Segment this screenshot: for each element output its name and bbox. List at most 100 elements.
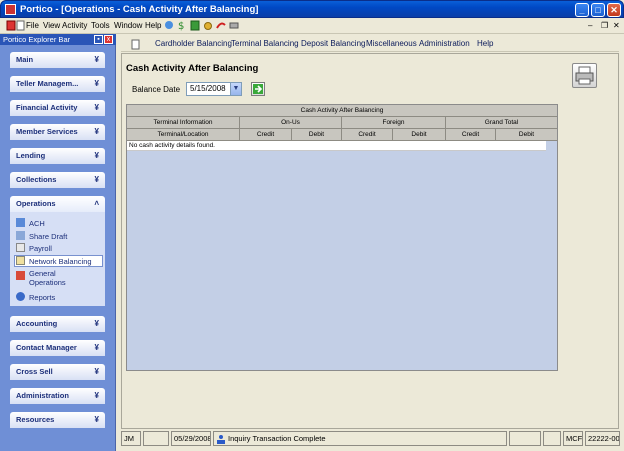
tab-administration[interactable]: Administration <box>419 39 470 48</box>
col-terminal-location[interactable]: Terminal/Location <box>127 129 240 140</box>
documents-icon[interactable] <box>16 20 26 31</box>
tab-miscellaneous[interactable]: Miscellaneous <box>366 39 417 48</box>
arrow-right-icon <box>253 84 263 94</box>
section-main[interactable]: Main ¥ <box>10 52 105 68</box>
tab-terminal-balancing[interactable]: Terminal Balancing <box>231 39 299 48</box>
tab-cardholder-balancing[interactable]: Cardholder Balancing <box>155 39 232 48</box>
col-foreign-credit[interactable]: Credit <box>342 129 393 140</box>
section-cross-sell[interactable]: Cross Sell ¥ <box>10 364 105 380</box>
section-accounting[interactable]: Accounting ¥ <box>10 316 105 332</box>
tab-help[interactable]: Help <box>477 39 493 48</box>
menu-window[interactable]: Window <box>114 21 142 30</box>
explorer-bar: Portico Explorer Bar ▪ x Main ¥ Teller Ma… <box>0 34 116 451</box>
status-message-panel: Inquiry Transaction Complete <box>213 431 507 446</box>
explorer-pin-icon[interactable]: ▪ <box>94 35 103 44</box>
section-resources[interactable]: Resources ¥ <box>10 412 105 428</box>
member-search-icon[interactable] <box>164 20 174 31</box>
col-onus-debit[interactable]: Debit <box>292 129 342 140</box>
network-balancing-icon <box>16 256 25 265</box>
ops-item-network-balancing[interactable]: Network Balancing <box>14 255 103 267</box>
status-message: Inquiry Transaction Complete <box>228 434 326 443</box>
mdi-minimize-button[interactable]: – <box>588 21 592 30</box>
ledger-icon[interactable] <box>190 20 200 31</box>
main-panel: Cardholder Balancing Terminal Balancing … <box>117 34 624 451</box>
maximize-button[interactable]: □ <box>591 3 605 17</box>
section-contact-manager[interactable]: Contact Manager ¥ <box>10 340 105 356</box>
section-accounting-label: Accounting <box>16 319 58 328</box>
app-menu-icon[interactable] <box>6 20 16 31</box>
page-title: Cash Activity After Balancing <box>126 63 259 74</box>
menu-view[interactable]: View <box>43 21 60 30</box>
mdi-close-button[interactable]: ✕ <box>613 21 620 30</box>
svg-text:$: $ <box>178 21 184 31</box>
ops-item-label: Network Balancing <box>29 257 92 266</box>
chevron-up-icon: ˄ <box>94 199 99 208</box>
section-financial-label: Financial Activity <box>16 103 78 112</box>
status-blank-2 <box>509 431 541 446</box>
section-collections-label: Collections <box>16 175 57 184</box>
chevron-down-icon: ¥ <box>94 343 99 352</box>
explorer-close-icon[interactable]: x <box>104 35 113 44</box>
general-operations-icon <box>16 271 25 280</box>
print-dropdown-icon[interactable] <box>229 20 239 31</box>
balance-date-value: 5/15/2008 <box>190 84 226 93</box>
close-button[interactable]: ✕ <box>607 3 621 17</box>
users-icon <box>217 435 225 444</box>
status-date: 05/29/2008 <box>171 431 211 446</box>
minimize-button[interactable]: _ <box>575 3 589 17</box>
coins-icon[interactable] <box>203 20 213 31</box>
grid-column-header-row: Terminal/Location Credit Debit Credit De… <box>127 129 557 141</box>
print-button[interactable] <box>572 63 597 88</box>
section-member-services[interactable]: Member Services ¥ <box>10 124 105 140</box>
col-total-credit[interactable]: Credit <box>446 129 496 140</box>
section-resources-label: Resources <box>16 415 55 424</box>
section-contact-label: Contact Manager <box>16 343 77 352</box>
grid-caption-row: Cash Activity After Balancing <box>127 105 557 117</box>
balance-date-picker[interactable]: 5/15/2008 ▼ <box>186 82 242 96</box>
section-teller-management[interactable]: Teller Managem... ¥ <box>10 76 105 92</box>
chevron-down-icon: ¥ <box>94 367 99 376</box>
content-area: Cash Activity After Balancing Balance Da… <box>121 53 619 429</box>
grid-caption: Cash Activity After Balancing <box>300 107 384 114</box>
section-operations-label: Operations <box>16 199 56 208</box>
dollar-icon[interactable]: $ <box>177 20 187 31</box>
col-onus-credit[interactable]: Credit <box>240 129 292 140</box>
ops-item-share-draft[interactable]: Share Draft <box>16 231 67 243</box>
share-draft-icon <box>16 231 25 240</box>
menu-file[interactable]: File <box>26 21 39 30</box>
ops-item-label: Reports <box>29 293 56 302</box>
section-collections[interactable]: Collections ¥ <box>10 172 105 188</box>
document-icon[interactable] <box>131 39 140 50</box>
chevron-down-icon[interactable]: ▼ <box>230 83 241 95</box>
menu-help[interactable]: Help <box>145 21 161 30</box>
chevron-down-icon: ¥ <box>94 55 99 64</box>
tab-deposit-balancing[interactable]: Deposit Balancing <box>301 39 365 48</box>
section-financial-activity[interactable]: Financial Activity ¥ <box>10 100 105 116</box>
redo-arrow-icon[interactable] <box>216 20 226 31</box>
go-button[interactable] <box>251 82 265 96</box>
status-user: JM <box>121 431 141 446</box>
chevron-down-icon: ¥ <box>94 151 99 160</box>
mdi-restore-button[interactable]: ❐ <box>601 21 608 30</box>
ops-item-ach[interactable]: ACH <box>16 218 45 230</box>
status-code: MCF <box>563 431 583 446</box>
balance-date-label: Balance Date <box>132 85 181 94</box>
ops-item-label: General Operations <box>29 269 66 287</box>
printer-icon <box>575 66 594 85</box>
section-lending[interactable]: Lending ¥ <box>10 148 105 164</box>
ach-icon <box>16 218 25 227</box>
chevron-down-icon: ¥ <box>94 391 99 400</box>
status-bar: JM 05/29/2008 Inquiry Transaction Comple… <box>121 431 620 447</box>
group-on-us: On-Us <box>240 117 342 128</box>
section-operations[interactable]: Operations ˄ <box>10 196 105 212</box>
col-foreign-debit[interactable]: Debit <box>393 129 446 140</box>
col-total-debit[interactable]: Debit <box>496 129 557 140</box>
menu-activity[interactable]: Activity <box>62 21 87 30</box>
ops-item-payroll[interactable]: Payroll <box>16 243 52 255</box>
menu-tools[interactable]: Tools <box>91 21 110 30</box>
group-terminal-information: Terminal Information <box>127 117 240 128</box>
ops-item-general-operations[interactable]: General Operations <box>16 269 96 289</box>
ops-item-reports[interactable]: Reports <box>16 292 55 304</box>
section-administration[interactable]: Administration ¥ <box>10 388 105 404</box>
status-blank-1 <box>143 431 169 446</box>
